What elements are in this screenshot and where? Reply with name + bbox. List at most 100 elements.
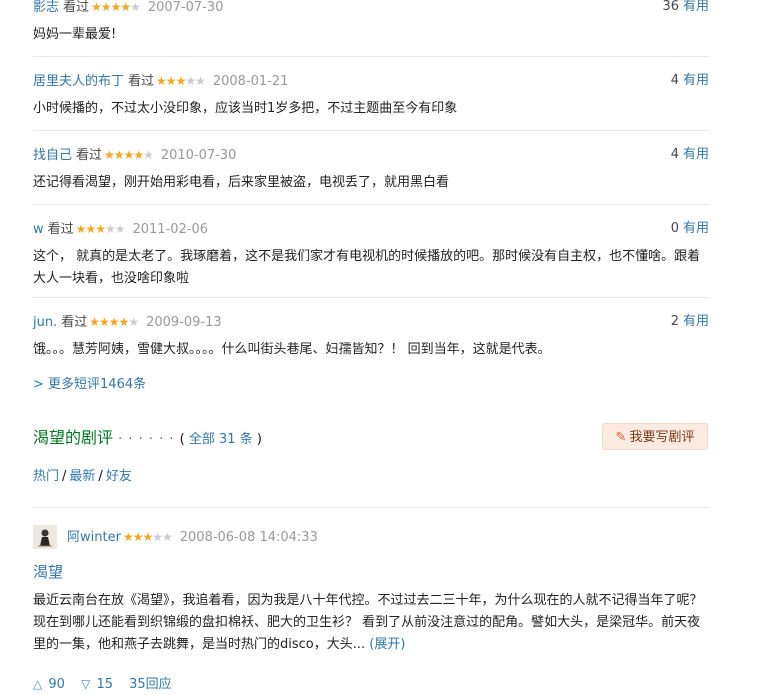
star-filled-icon: ★ bbox=[95, 222, 106, 236]
useful-count: 2 bbox=[670, 314, 679, 329]
downvote-button[interactable]: ▽ 15 bbox=[81, 677, 113, 692]
star-filled-icon: ★ bbox=[89, 315, 100, 329]
replies-link[interactable]: 35回应 bbox=[129, 677, 172, 692]
rating-stars: ★★★★★ bbox=[75, 219, 126, 239]
avatar[interactable] bbox=[33, 525, 57, 549]
expand-link[interactable]: (展开) bbox=[369, 637, 405, 652]
useful-label[interactable]: 有用 bbox=[683, 73, 709, 88]
comment-date: 2008-01-21 bbox=[212, 74, 289, 89]
useful-label[interactable]: 有用 bbox=[683, 314, 709, 329]
comment-date: 2009-09-13 bbox=[146, 315, 222, 330]
filter-friends[interactable]: 好友 bbox=[106, 469, 132, 484]
review-filters: 热门 / 最新 / 好友 bbox=[33, 465, 132, 484]
comment-user-link[interactable]: 影志 bbox=[33, 0, 59, 15]
star-empty-icon: ★ bbox=[128, 315, 139, 329]
paren-close: ) bbox=[252, 432, 262, 447]
reviews-section-title: 渴望的剧评 · · · · · · ( 全部 31 条 ) bbox=[33, 424, 262, 448]
star-filled-icon: ★ bbox=[108, 315, 120, 329]
write-review-button[interactable]: ✎ 我要写剧评 bbox=[602, 423, 708, 450]
comment-meta: 影志 看过 ★★★★★ 2007-07-30 36 有用 bbox=[33, 0, 709, 17]
comment-date: 2011-02-06 bbox=[132, 222, 209, 237]
comment-date: 2010-07-30 bbox=[160, 148, 237, 163]
comment-content: 小时候播的，不过太小没印象，应该当时1岁多把，不过主题曲至今有印象 bbox=[33, 101, 458, 116]
rating-stars: ★★★★★ bbox=[91, 0, 141, 17]
useful-count: 0 bbox=[670, 221, 679, 236]
star-empty-icon: ★ bbox=[114, 222, 126, 236]
review-meta: 阿winter ★★★★★ 2008-06-08 14:04:33 bbox=[67, 527, 318, 547]
star-filled-icon: ★ bbox=[75, 222, 87, 236]
star-empty-icon: ★ bbox=[104, 222, 116, 236]
star-empty-icon: ★ bbox=[185, 74, 196, 88]
comment-content: 妈妈一辈最爱! bbox=[33, 27, 117, 42]
useful-label[interactable]: 有用 bbox=[683, 221, 709, 236]
useful-vote[interactable]: 2 有用 bbox=[671, 312, 709, 332]
star-filled-icon: ★ bbox=[113, 148, 125, 162]
useful-count: 4 bbox=[670, 73, 679, 88]
useful-vote[interactable]: 36 有用 bbox=[662, 0, 709, 17]
star-filled-icon: ★ bbox=[122, 530, 134, 544]
divider bbox=[33, 130, 709, 131]
divider bbox=[33, 297, 709, 298]
divider bbox=[33, 56, 709, 57]
paren-open: ( bbox=[179, 432, 189, 447]
comment-user-link[interactable]: 找自己 bbox=[33, 148, 72, 163]
filter-separator: / bbox=[98, 469, 103, 484]
watched-status: 看过 bbox=[128, 74, 155, 89]
up-arrow-icon: △ bbox=[33, 677, 43, 691]
divider bbox=[33, 507, 709, 508]
comment-item: 影志 看过 ★★★★★ 2007-07-30 36 有用 妈妈一辈最爱! bbox=[33, 0, 709, 46]
filter-latest[interactable]: 最新 bbox=[69, 469, 95, 484]
down-arrow-icon: ▽ bbox=[81, 677, 91, 691]
star-empty-icon: ★ bbox=[195, 74, 206, 88]
useful-label[interactable]: 有用 bbox=[683, 147, 709, 162]
comment-meta: 居里夫人的布丁 看过 ★★★★★ 2008-01-21 4 有用 bbox=[33, 71, 709, 91]
star-filled-icon: ★ bbox=[99, 315, 110, 329]
comment-meta: 找自己 看过 ★★★★★ 2010-07-30 4 有用 bbox=[33, 145, 709, 165]
section-dots: · · · · · · bbox=[118, 432, 175, 447]
star-filled-icon: ★ bbox=[133, 148, 144, 162]
divider bbox=[33, 204, 709, 205]
useful-label[interactable]: 有用 bbox=[683, 0, 709, 14]
useful-vote[interactable]: 4 有用 bbox=[671, 71, 709, 91]
comment-user-link[interactable]: w bbox=[33, 222, 44, 237]
star-filled-icon: ★ bbox=[132, 530, 144, 544]
star-empty-icon: ★ bbox=[143, 148, 154, 162]
star-empty-icon: ★ bbox=[152, 530, 163, 544]
star-filled-icon: ★ bbox=[110, 0, 122, 14]
review-date: 2008-06-08 14:04:33 bbox=[179, 530, 318, 545]
review-actions: △ 90 ▽ 15 35回应 bbox=[33, 673, 172, 692]
upvote-count: 90 bbox=[48, 677, 65, 692]
star-filled-icon: ★ bbox=[175, 74, 187, 88]
comment-user-link[interactable]: 居里夫人的布丁 bbox=[33, 74, 124, 89]
comment-item: 找自己 看过 ★★★★★ 2010-07-30 4 有用 还记得看渴望，刚开始用彩电看，… bbox=[33, 145, 709, 194]
star-filled-icon: ★ bbox=[120, 0, 131, 14]
upvote-button[interactable]: △ 90 bbox=[33, 677, 65, 692]
comment-content: 还记得看渴望，刚开始用彩电看，后来家里被盗，电视丢了，就用黑白看 bbox=[33, 175, 450, 190]
star-filled-icon: ★ bbox=[118, 315, 130, 329]
star-empty-icon: ★ bbox=[130, 0, 141, 14]
star-filled-icon: ★ bbox=[104, 148, 115, 162]
review-excerpt: 最近云南台在放《渴望》，我追着看，因为我是八十年代控。不过过去二三十年，为什么现… bbox=[33, 590, 709, 656]
reviews-page: 影志 看过 ★★★★★ 2007-07-30 36 有用 妈妈一辈最爱! 居里夫人的布丁… bbox=[0, 0, 761, 695]
rating-stars: ★★★★★ bbox=[104, 145, 154, 165]
all-reviews-link[interactable]: 全部 31 条 bbox=[189, 432, 253, 447]
pencil-icon: ✎ bbox=[615, 430, 627, 445]
comment-item: jun. 看过 ★★★★★ 2009-09-13 2 有用 饿。。。慧芳阿姨，雪健大叔。… bbox=[33, 312, 709, 361]
review-title[interactable]: 渴望 bbox=[33, 561, 63, 582]
comment-item: w 看过 ★★★★★ 2011-02-06 0 有用 这个， 就真的是太老了。我琢磨着，… bbox=[33, 219, 709, 290]
useful-vote[interactable]: 4 有用 bbox=[671, 145, 709, 165]
rating-stars: ★★★★★ bbox=[156, 71, 206, 91]
rating-stars: ★★★★★ bbox=[122, 527, 173, 547]
more-comments-link[interactable]: > 更多短评1464条 bbox=[33, 373, 146, 392]
star-filled-icon: ★ bbox=[85, 222, 96, 236]
write-review-label: 我要写剧评 bbox=[629, 430, 695, 445]
review-user-link[interactable]: 阿winter bbox=[67, 530, 121, 545]
star-filled-icon: ★ bbox=[165, 74, 177, 88]
comment-date: 2007-07-30 bbox=[147, 0, 224, 15]
comment-user-link[interactable]: jun. bbox=[33, 315, 57, 330]
star-filled-icon: ★ bbox=[142, 530, 153, 544]
watched-status: 看过 bbox=[63, 0, 90, 15]
useful-vote[interactable]: 0 有用 bbox=[671, 219, 709, 239]
filter-hot[interactable]: 热门 bbox=[33, 469, 59, 484]
watched-status: 看过 bbox=[76, 148, 103, 163]
